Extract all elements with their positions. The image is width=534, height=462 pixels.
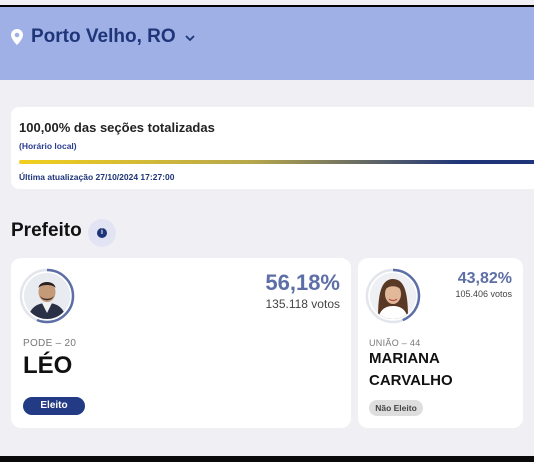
totalization-card: 100,00% das seções totalizadas (Horário … <box>11 107 534 189</box>
candidate-avatar <box>19 268 75 324</box>
chevron-down-icon[interactable] <box>185 35 195 42</box>
location-name[interactable]: Porto Velho, RO <box>31 26 176 48</box>
info-icon: i <box>97 228 107 238</box>
candidate-name-line: CARVALHO <box>369 372 453 389</box>
bottom-edge <box>0 456 534 462</box>
location-header[interactable]: Porto Velho, RO <box>0 5 534 80</box>
status-badge-elected: Eleito <box>23 397 85 415</box>
candidate-card[interactable]: 56,18% 135.118 votos PODE – 20 LÉO Eleit… <box>11 258 351 428</box>
vote-percentage: 43,82% <box>457 270 512 287</box>
party-number: PODE – 20 <box>23 338 77 349</box>
candidate-photo <box>24 273 70 319</box>
person-portrait-icon <box>24 273 70 319</box>
vote-count: 135.118 votos <box>265 297 340 311</box>
status-badge-not-elected: Não Eleito <box>369 400 423 416</box>
person-portrait-icon <box>370 273 416 319</box>
candidate-name: MARIANA CARVALHO <box>369 348 453 392</box>
map-pin-icon <box>11 29 23 45</box>
vote-count: 105.406 votos <box>455 289 512 299</box>
totalization-title: 100,00% das seções totalizadas <box>19 120 215 135</box>
party-number: UNIÃO – 44 <box>369 338 421 348</box>
local-time-label: (Horário local) <box>19 141 77 151</box>
section-title: Prefeito <box>11 220 82 241</box>
candidate-avatar <box>365 268 421 324</box>
info-button[interactable]: i <box>88 219 116 247</box>
candidate-card[interactable]: 43,82% 105.406 votos UNIÃO – 44 MARIANA … <box>358 258 523 428</box>
candidate-photo <box>370 273 416 319</box>
candidate-name-line: MARIANA <box>369 350 440 367</box>
vote-percentage: 56,18% <box>265 270 340 295</box>
totalization-progress-bar <box>19 160 534 164</box>
screen: Porto Velho, RO 100,00% das seções total… <box>0 0 534 462</box>
progress-bar-fill <box>19 160 534 164</box>
last-update-text: Última atualização 27/10/2024 17:27:00 <box>19 172 175 182</box>
candidate-name: LÉO <box>23 352 73 379</box>
